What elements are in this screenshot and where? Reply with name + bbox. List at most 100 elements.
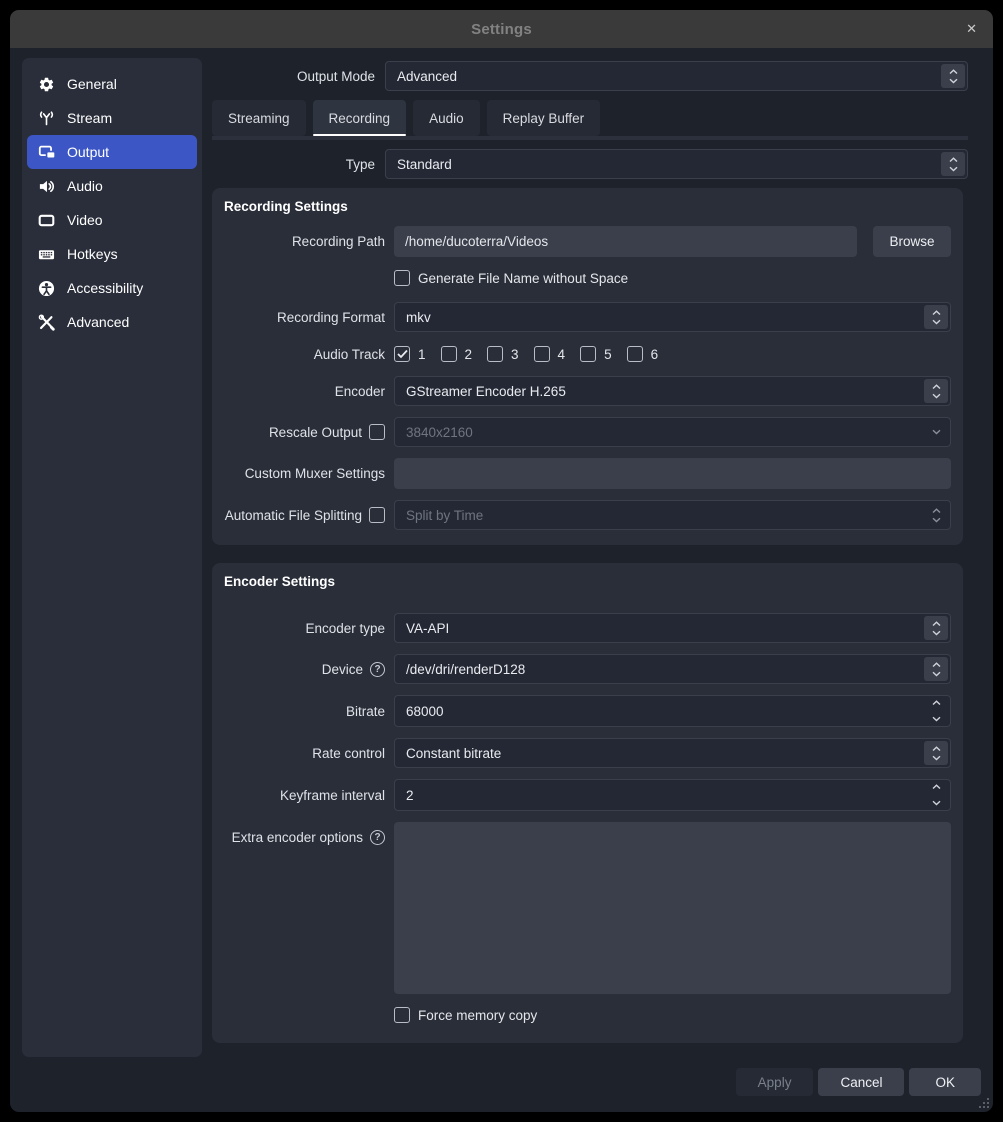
keyframe-interval-spinbox[interactable] [394,779,951,811]
sidebar-item-video[interactable]: Video [27,203,197,237]
device-value: /dev/dri/renderD128 [406,662,525,677]
audio-track-5-checkbox[interactable]: 5 [580,346,612,362]
audio-track-4-checkbox[interactable]: 4 [534,346,566,362]
sidebar-item-label: Output [67,144,109,160]
gear-icon [37,75,56,94]
spinner-chevrons-icon[interactable] [924,616,948,640]
help-icon[interactable]: ? [370,830,385,845]
ok-button[interactable]: OK [909,1068,981,1096]
recording-path-input[interactable] [394,226,857,257]
tab-audio[interactable]: Audio [413,100,480,136]
spinner-chevrons-icon[interactable] [924,741,948,765]
audio-track-row: Audio Track 1 2 3 [224,343,951,365]
chevron-up-icon[interactable] [932,700,941,706]
device-select[interactable]: /dev/dri/renderD128 [394,654,951,684]
auto-split-select: Split by Time [394,500,951,530]
titlebar: Settings ✕ [10,10,993,48]
chevron-up-icon[interactable] [932,784,941,790]
encoder-settings-card: Encoder Settings Encoder type VA-API Dev… [212,563,963,1043]
sidebar-item-stream[interactable]: Stream [27,101,197,135]
generate-no-space-checkbox[interactable]: Generate File Name without Space [394,270,628,286]
spinner-chevrons-icon[interactable] [941,64,965,88]
recording-format-row: Recording Format mkv [224,302,951,332]
audio-track-1-checkbox[interactable]: 1 [394,346,426,362]
encoder-type-label: Encoder type [224,621,394,636]
sidebar-item-hotkeys[interactable]: Hotkeys [27,237,197,271]
audio-track-6-label: 6 [651,347,659,362]
force-memory-copy-row: Force memory copy [224,1007,951,1028]
encoder-select[interactable]: GStreamer Encoder H.265 [394,376,951,406]
check-icon [397,349,408,359]
force-memory-copy-label: Force memory copy [418,1008,537,1023]
tab-replay-buffer[interactable]: Replay Buffer [487,100,601,136]
bitrate-label: Bitrate [224,704,394,719]
help-icon[interactable]: ? [370,662,385,677]
spinner-chevrons-icon[interactable] [924,657,948,681]
resize-grip[interactable] [977,1096,989,1108]
audio-track-5-label: 5 [604,347,612,362]
recording-path-row: Recording Path Browse [224,226,951,257]
generate-no-space-row: Generate File Name without Space [224,270,951,291]
rescale-resolution-select: 3840x2160 [394,417,951,447]
rescale-output-row: Rescale Output 3840x2160 [224,417,951,447]
generate-no-space-label: Generate File Name without Space [418,271,628,286]
sidebar-item-general[interactable]: General [27,67,197,101]
tab-recording[interactable]: Recording [313,100,407,136]
type-row: Type Standard [212,149,968,179]
sidebar-item-advanced[interactable]: Advanced [27,305,197,339]
keyboard-icon [37,245,56,264]
rate-control-select[interactable]: Constant bitrate [394,738,951,768]
custom-muxer-input[interactable] [394,458,951,489]
cancel-button[interactable]: Cancel [818,1068,904,1096]
audio-track-2-checkbox[interactable]: 2 [441,346,473,362]
encoder-row: Encoder GStreamer Encoder H.265 [224,376,951,406]
settings-window: Settings ✕ General Stream [10,10,993,1112]
output-settings-pane: Output Mode Advanced Streaming Recording… [212,58,968,1043]
chevron-down-icon[interactable] [932,716,941,722]
close-icon[interactable]: ✕ [966,10,977,48]
audio-track-6-checkbox[interactable]: 6 [627,346,659,362]
audio-track-1-label: 1 [418,347,426,362]
custom-muxer-label: Custom Muxer Settings [224,466,394,481]
extra-options-textarea[interactable] [394,822,951,994]
sidebar-item-accessibility[interactable]: Accessibility [27,271,197,305]
rate-control-value: Constant bitrate [406,746,501,761]
rescale-resolution-value: 3840x2160 [406,425,473,440]
accessibility-icon [37,279,56,298]
sidebar-item-label: Stream [67,110,112,126]
bitrate-spinbox[interactable] [394,695,951,727]
auto-split-row: Automatic File Splitting Split by Time [224,500,951,530]
audio-track-3-checkbox[interactable]: 3 [487,346,519,362]
audio-track-3-label: 3 [511,347,519,362]
encoder-label: Encoder [224,384,394,399]
keyframe-interval-row: Keyframe interval [224,779,951,811]
force-memory-copy-checkbox[interactable]: Force memory copy [394,1007,537,1023]
chevron-down-icon [924,420,948,444]
settings-sidebar: General Stream Output [22,58,202,1057]
device-label: Device [322,662,363,677]
chevron-down-icon[interactable] [932,800,941,806]
sidebar-item-audio[interactable]: Audio [27,169,197,203]
spinner-chevrons-icon[interactable] [924,305,948,329]
rescale-output-checkbox[interactable] [369,424,385,440]
keyframe-interval-input[interactable] [395,780,950,810]
encoder-type-select[interactable]: VA-API [394,613,951,643]
auto-split-value: Split by Time [406,508,483,523]
recording-format-select[interactable]: mkv [394,302,951,332]
output-mode-select[interactable]: Advanced [385,61,968,91]
recording-settings-card: Recording Settings Recording Path Browse… [212,188,963,545]
type-select[interactable]: Standard [385,149,968,179]
spinner-chevrons-icon[interactable] [924,379,948,403]
auto-split-checkbox[interactable] [369,507,385,523]
bitrate-input[interactable] [395,696,950,726]
apply-button[interactable]: Apply [736,1068,814,1096]
extra-options-row: Extra encoder options ? [224,822,951,994]
rate-control-row: Rate control Constant bitrate [224,738,951,768]
output-mode-row: Output Mode Advanced [212,61,968,91]
browse-button[interactable]: Browse [873,226,951,257]
spinner-chevrons-icon[interactable] [941,152,965,176]
sidebar-item-output[interactable]: Output [27,135,197,169]
sidebar-item-label: Accessibility [67,280,143,296]
tab-streaming[interactable]: Streaming [212,100,306,136]
bitrate-row: Bitrate [224,695,951,727]
